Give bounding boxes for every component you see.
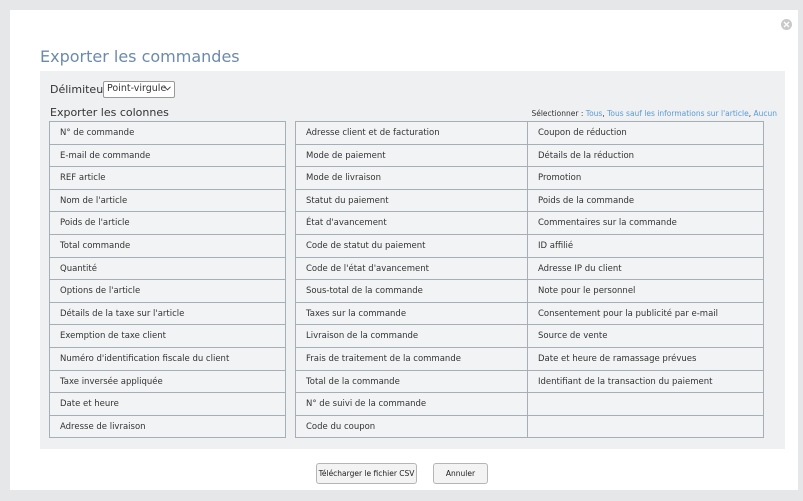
column-option: [528, 393, 763, 416]
column-option[interactable]: Date et heure: [50, 393, 285, 416]
column-option[interactable]: N° de commande: [50, 122, 285, 145]
close-icon: [783, 21, 790, 28]
column-option[interactable]: Adresse IP du client: [528, 257, 763, 281]
column-option[interactable]: ID affilié: [528, 234, 763, 258]
column-option[interactable]: E-mail de commande: [50, 144, 285, 168]
column-option[interactable]: Détails de la taxe sur l'article: [50, 302, 285, 326]
column-option: [528, 415, 763, 439]
column-option[interactable]: Sous-total de la commande: [296, 280, 531, 303]
column-option[interactable]: Code du coupon: [296, 415, 531, 439]
column-option[interactable]: Poids de l'article: [50, 212, 285, 235]
chevron-down-icon: [164, 86, 171, 91]
column-selector: Sélectionner : Tous, Tous sauf les infor…: [531, 109, 777, 118]
select-none-link[interactable]: Aucun: [753, 109, 777, 118]
delimiter-select[interactable]: Point-virgule: [103, 81, 175, 98]
export-columns-label: Exporter les colonnes: [50, 106, 169, 119]
dialog-title: Exporter les commandes: [40, 47, 240, 66]
column-list-2: Adresse client et de facturation Mode de …: [295, 121, 532, 439]
select-label: Sélectionner :: [531, 109, 584, 118]
column-option[interactable]: Commentaires sur la commande: [528, 212, 763, 235]
export-orders-dialog: Exporter les commandes Délimiteur Point-…: [10, 10, 798, 490]
column-option[interactable]: Options de l'article: [50, 280, 285, 303]
column-option[interactable]: Numéro d'identification fiscale du clien…: [50, 347, 285, 371]
column-option[interactable]: Total de la commande: [296, 370, 531, 394]
column-option[interactable]: Code de l'état d'avancement: [296, 257, 531, 281]
column-option[interactable]: Identifiant de la transaction du paiemen…: [528, 370, 763, 394]
column-option[interactable]: Consentement pour la publicité par e-mai…: [528, 302, 763, 326]
column-option[interactable]: Livraison de la commande: [296, 325, 531, 348]
download-csv-button[interactable]: Télécharger le fichier CSV: [316, 463, 417, 484]
column-option[interactable]: Quantité: [50, 257, 285, 281]
column-option[interactable]: Mode de livraison: [296, 167, 531, 190]
delimiter-value: Point-virgule: [107, 83, 167, 94]
column-option[interactable]: Code de statut du paiement: [296, 234, 531, 258]
column-option[interactable]: Coupon de réduction: [528, 122, 763, 145]
column-option[interactable]: N° de suivi de la commande: [296, 393, 531, 416]
column-option[interactable]: Exemption de taxe client: [50, 325, 285, 348]
column-option[interactable]: Total commande: [50, 234, 285, 258]
column-list-1: N° de commande E-mail de commande REF arti…: [49, 121, 286, 439]
column-option[interactable]: Date et heure de ramassage prévues: [528, 347, 763, 371]
close-button[interactable]: [781, 19, 792, 30]
column-option[interactable]: Adresse de livraison: [50, 415, 285, 439]
cancel-button[interactable]: Annuler: [433, 463, 488, 484]
column-option[interactable]: Mode de paiement: [296, 144, 531, 168]
select-all-except-items-link[interactable]: Tous sauf les informations sur l'article: [607, 109, 749, 118]
export-settings-panel: Délimiteur Point-virgule Exporter les co…: [40, 71, 785, 449]
column-list-3: Coupon de réduction Détails de la réducti…: [527, 121, 764, 439]
column-option[interactable]: Source de vente: [528, 325, 763, 348]
column-option[interactable]: Statut du paiement: [296, 189, 531, 213]
delimiter-label: Délimiteur: [50, 83, 108, 96]
column-option[interactable]: Détails de la réduction: [528, 144, 763, 168]
column-option[interactable]: Promotion: [528, 167, 763, 190]
column-option[interactable]: État d'avancement: [296, 212, 531, 235]
column-option[interactable]: Nom de l'article: [50, 189, 285, 213]
column-option[interactable]: REF article: [50, 167, 285, 190]
column-option[interactable]: Adresse client et de facturation: [296, 122, 531, 145]
column-option[interactable]: Poids de la commande: [528, 189, 763, 213]
select-all-link[interactable]: Tous: [586, 109, 603, 118]
column-option[interactable]: Frais de traitement de la commande: [296, 347, 531, 371]
column-option[interactable]: Taxe inversée appliquée: [50, 370, 285, 394]
column-option[interactable]: Note pour le personnel: [528, 280, 763, 303]
column-option[interactable]: Taxes sur la commande: [296, 302, 531, 326]
